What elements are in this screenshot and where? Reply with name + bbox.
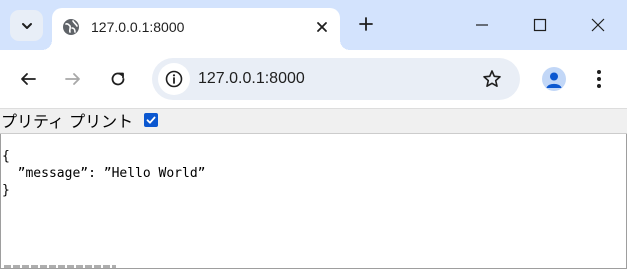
address-bar[interactable]: 127.0.0.1:8000 — [152, 58, 520, 100]
star-icon — [483, 70, 501, 87]
url-text[interactable]: 127.0.0.1:8000 — [198, 69, 305, 89]
plus-icon — [359, 17, 373, 31]
maximize-button[interactable] — [511, 0, 569, 50]
globe-icon — [63, 19, 79, 35]
pretty-print-bar: プリティ プリント — [0, 108, 627, 134]
json-close-brace: } — [2, 183, 10, 198]
menu-button[interactable] — [583, 63, 615, 95]
site-info-button[interactable] — [158, 63, 190, 95]
profile-icon — [542, 67, 566, 91]
chevron-down-icon — [21, 22, 32, 29]
close-icon — [317, 22, 327, 32]
scrollbar-fragment — [4, 265, 116, 268]
browser-tab[interactable]: 127.0.0.1:8000 — [42, 8, 350, 50]
forward-arrow-icon — [65, 73, 80, 85]
close-window-icon — [591, 18, 605, 32]
bookmark-button[interactable] — [476, 63, 508, 95]
kebab-menu-icon — [597, 70, 601, 88]
new-tab-button[interactable] — [352, 10, 380, 38]
checkmark-icon — [146, 116, 156, 124]
minimize-icon — [476, 24, 488, 26]
back-button[interactable] — [12, 63, 44, 95]
tab-close-button[interactable] — [312, 17, 332, 37]
title-bar: 127.0.0.1:8000 — [0, 0, 627, 50]
profile-button[interactable] — [538, 63, 570, 95]
json-open-brace: { — [2, 149, 10, 164]
minimize-button[interactable] — [453, 0, 511, 50]
forward-button[interactable] — [57, 63, 89, 95]
tab-title: 127.0.0.1:8000 — [91, 19, 185, 35]
info-icon — [165, 70, 183, 88]
reload-button[interactable] — [102, 63, 134, 95]
browser-toolbar: 127.0.0.1:8000 — [0, 50, 627, 108]
close-window-button[interactable] — [569, 0, 627, 50]
tab-search-button[interactable] — [10, 10, 43, 41]
maximize-icon — [533, 18, 547, 32]
pretty-print-label: プリティ プリント — [1, 112, 134, 131]
json-output: { ”message”: ”Hello World”} — [2, 148, 206, 199]
reload-icon — [111, 72, 125, 86]
pretty-print-checkbox[interactable] — [144, 113, 158, 127]
page-content: { ”message”: ”Hello World”} — [0, 134, 627, 269]
back-arrow-icon — [21, 73, 36, 85]
json-message-line: ”message”: ”Hello World” — [2, 166, 206, 181]
